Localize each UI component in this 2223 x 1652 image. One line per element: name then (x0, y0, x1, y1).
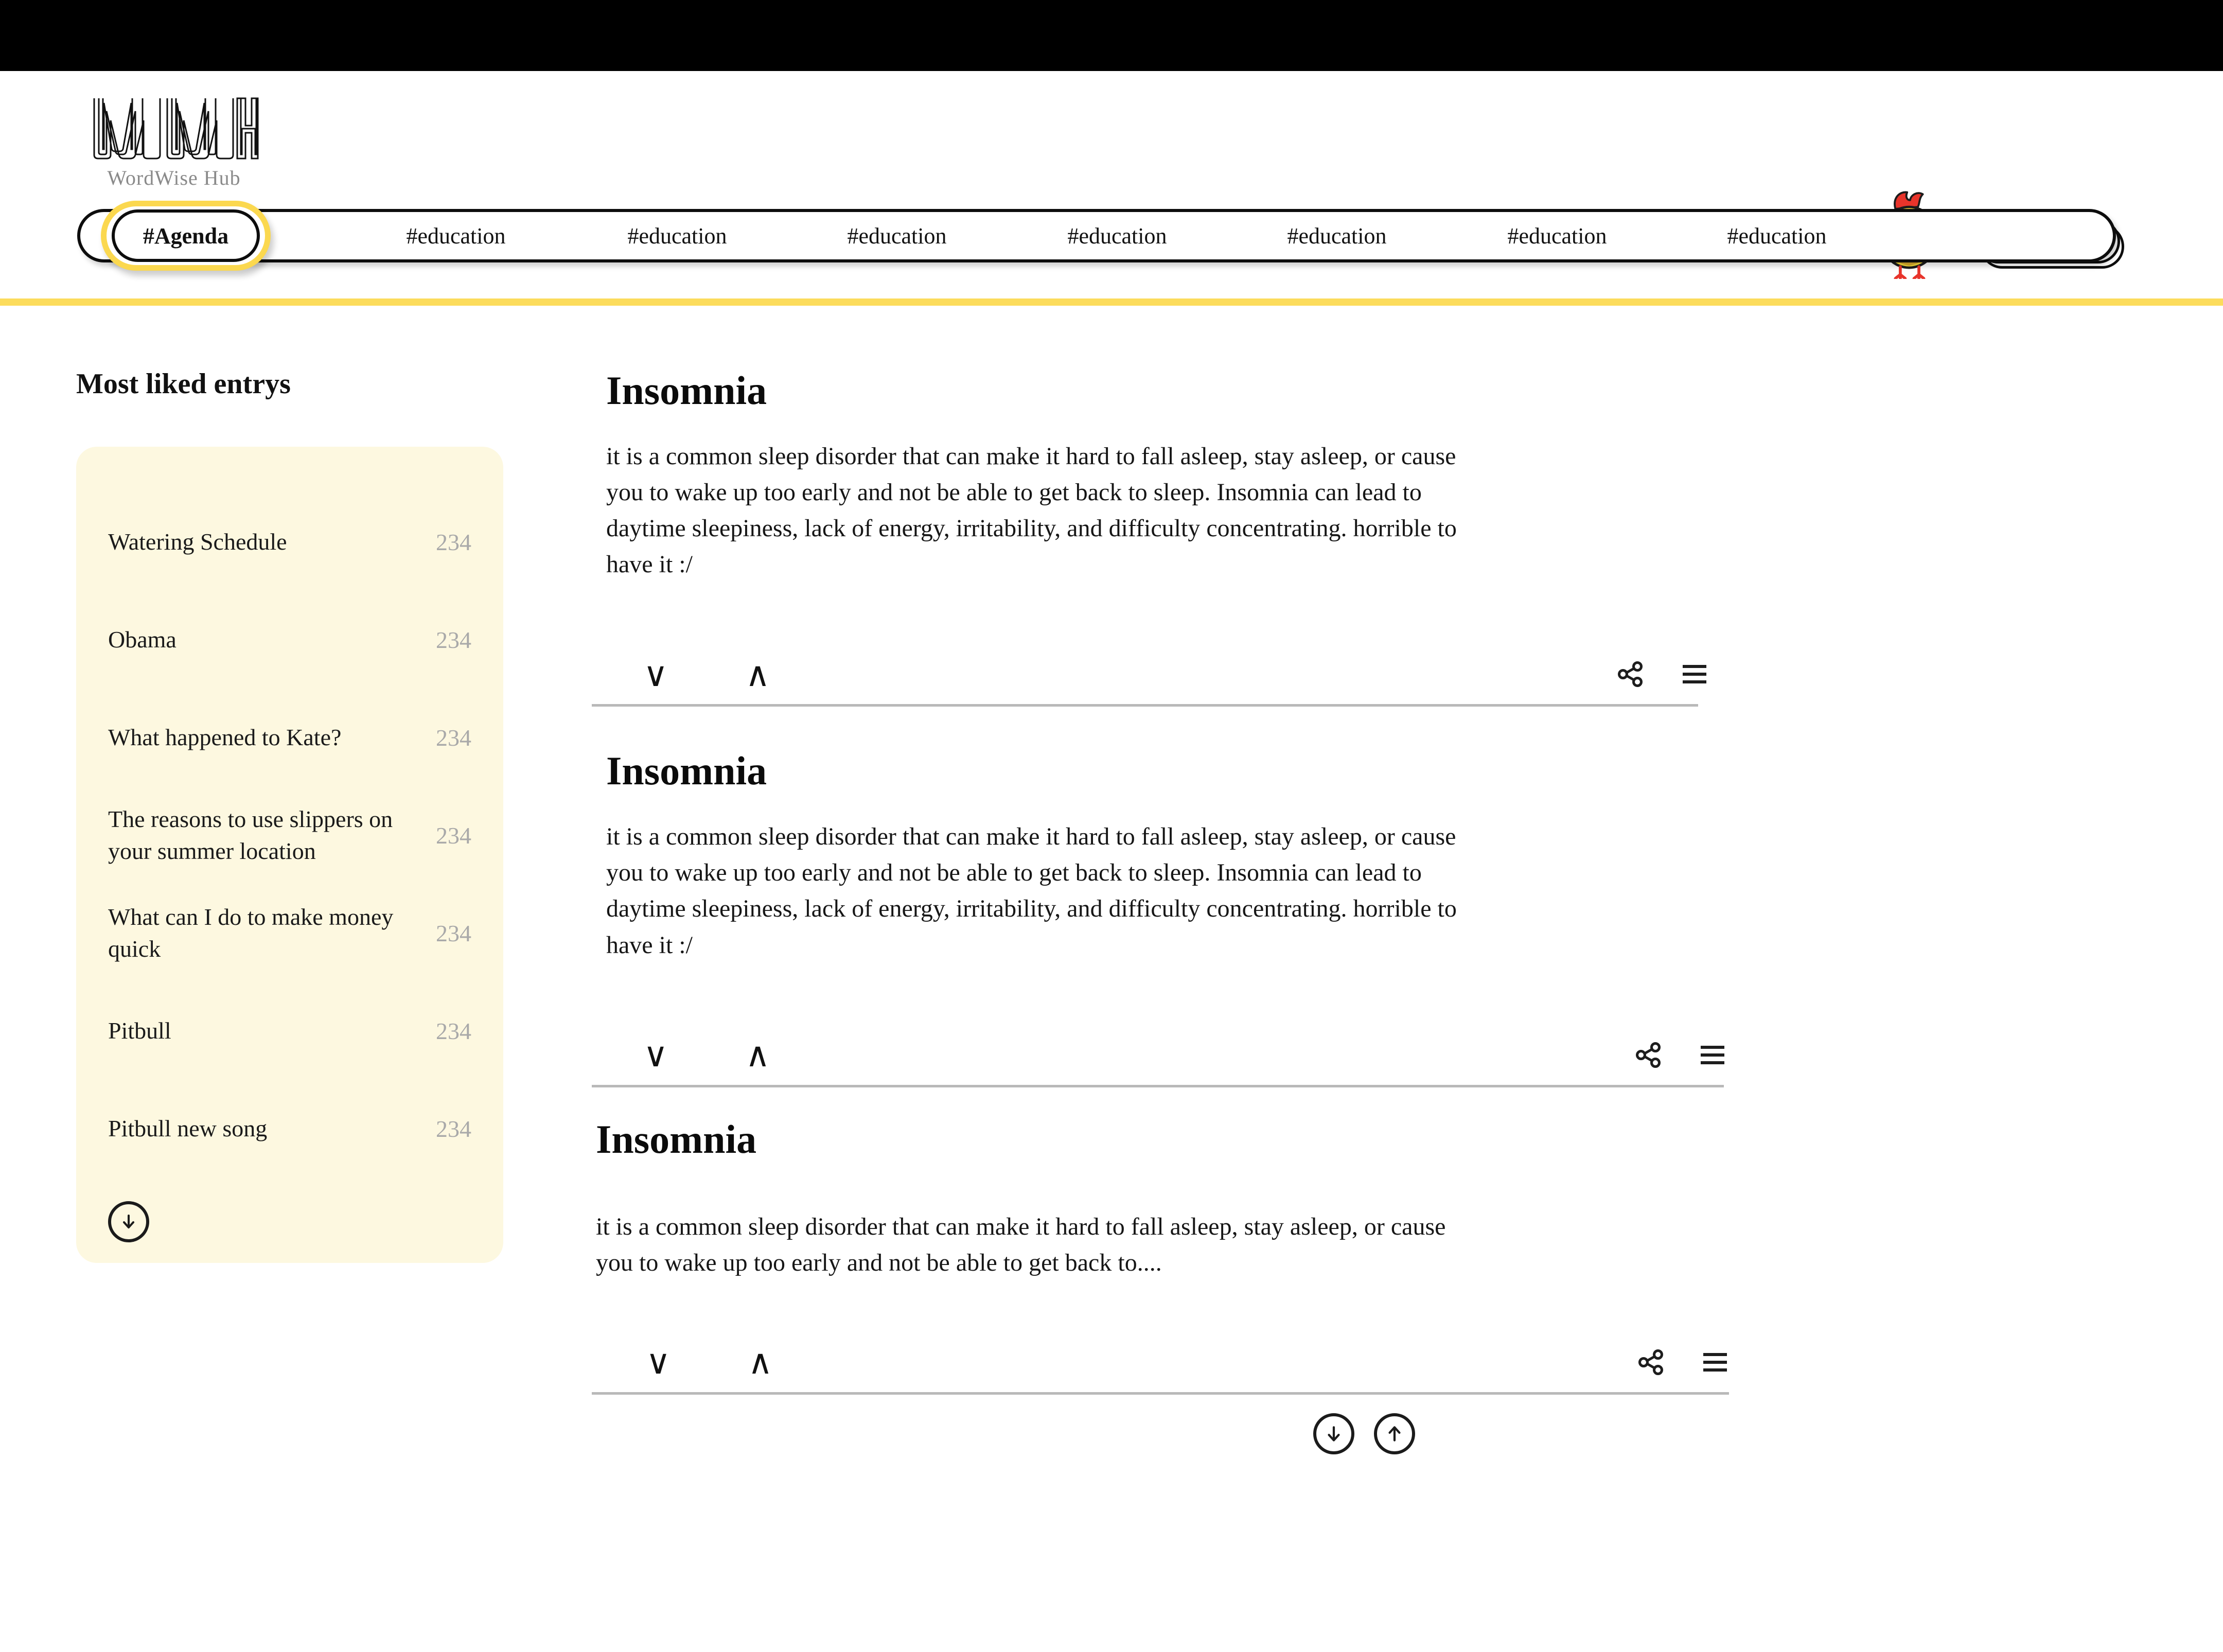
entry-count: 234 (436, 920, 471, 946)
entry-count: 234 (436, 626, 471, 653)
arrow-up-circle-icon (1388, 1426, 1401, 1442)
article-actions: ∨ ∧ (592, 1338, 1775, 1387)
hamburger-menu-icon (1701, 1045, 1724, 1064)
article-body: it is a common sleep disorder that can m… (606, 823, 1457, 959)
tag-navigation: #education #education #education #educat… (0, 195, 2223, 292)
article-menu-button[interactable] (1681, 662, 1708, 686)
article-title: Insomnia (606, 368, 767, 413)
arrow-down-circle-icon (123, 1215, 134, 1228)
site-header: WordWise Hub ∨ (0, 71, 2223, 279)
article-divider (592, 704, 1698, 707)
arrow-down-circle-icon (1328, 1426, 1340, 1442)
share-icon (1636, 1042, 1661, 1068)
entry-label: What can I do to make money quick (108, 903, 394, 962)
article-actions: ∨ ∧ (592, 649, 1775, 699)
article-card: Insomnia it is a common sleep disorder t… (592, 367, 1775, 707)
article-feed: Insomnia it is a common sleep disorder t… (592, 367, 1775, 1454)
tag-bar: #education #education #education #educat… (77, 209, 2116, 262)
page-content: Most liked entrys Watering Schedule 234 … (0, 306, 2223, 1515)
article-body: it is a common sleep disorder that can m… (606, 443, 1457, 578)
sidebar-load-more-button[interactable] (108, 1201, 149, 1242)
feed-prev-button[interactable] (1374, 1413, 1415, 1454)
entry-label: Pitbull new song (108, 1115, 268, 1141)
article-share-button[interactable] (1616, 660, 1645, 689)
article-body: it is a common sleep disorder that can m… (596, 1212, 1446, 1276)
tag-item-3[interactable]: #education (1040, 223, 1194, 249)
sidebar-title: Most liked entrys (76, 368, 291, 400)
article-collapse-button[interactable]: ∨ (643, 1038, 668, 1071)
article-collapse-button[interactable]: ∨ (646, 1345, 671, 1378)
article-collapse-button[interactable]: ∨ (643, 657, 668, 691)
entry-count: 234 (436, 822, 471, 849)
article-title: Insomnia (606, 748, 767, 794)
feed-pagination (592, 1413, 1775, 1454)
logo-subtitle: WordWise Hub (107, 166, 241, 189)
share-icon (1638, 1349, 1663, 1375)
feed-next-button[interactable] (1313, 1413, 1354, 1454)
hamburger-menu-icon (1683, 665, 1706, 684)
list-item[interactable]: The reasons to use slippers on your summ… (108, 786, 471, 884)
article-menu-button[interactable] (1699, 1043, 1726, 1067)
article-card: Insomnia it is a common sleep disorder t… (592, 1116, 1775, 1395)
article-actions: ∨ ∧ (592, 1030, 1775, 1080)
tag-item-5[interactable]: #education (1480, 223, 1634, 249)
tag-item-1[interactable]: #education (600, 223, 754, 249)
tag-active-label: #Agenda (143, 223, 229, 249)
share-icon (1618, 661, 1643, 688)
list-item[interactable]: Pitbull 234 (108, 982, 471, 1080)
entry-count: 234 (436, 1017, 471, 1044)
list-item[interactable]: What happened to Kate? 234 (108, 689, 471, 786)
article-title: Insomnia (596, 1116, 757, 1162)
article-menu-button[interactable] (1701, 1350, 1729, 1374)
wwh-logo-icon (93, 97, 259, 160)
tag-item-2[interactable]: #education (820, 223, 974, 249)
list-item[interactable]: Pitbull new song 234 (108, 1080, 471, 1178)
article-divider (592, 1392, 1729, 1395)
article-share-button[interactable] (1636, 1348, 1665, 1377)
article-expand-button[interactable]: ∧ (745, 657, 770, 691)
top-black-bar (0, 0, 2223, 71)
entry-label: Obama (108, 626, 177, 653)
article-card: Insomnia it is a common sleep disorder t… (592, 748, 1775, 1087)
most-liked-card: Watering Schedule 234 Obama 234 What hap… (76, 447, 503, 1263)
article-divider (592, 1084, 1724, 1087)
article-expand-button[interactable]: ∧ (748, 1345, 772, 1378)
tag-item-6[interactable]: #education (1700, 223, 1854, 249)
article-share-button[interactable] (1634, 1041, 1663, 1069)
list-item[interactable]: What can I do to make money quick 234 (108, 884, 471, 982)
entry-count: 234 (436, 724, 471, 751)
list-item[interactable]: Watering Schedule 234 (108, 493, 471, 591)
hamburger-menu-icon (1703, 1352, 1727, 1372)
entry-label: Pitbull (108, 1017, 171, 1044)
entry-label: What happened to Kate? (108, 724, 342, 750)
sidebar: Most liked entrys Watering Schedule 234 … (76, 367, 503, 1263)
site-logo[interactable]: WordWise Hub (66, 96, 282, 190)
tag-item-0[interactable]: #education (379, 223, 533, 249)
tag-item-4[interactable]: #education (1260, 223, 1414, 249)
entry-label: The reasons to use slippers on your summ… (108, 805, 393, 864)
article-expand-button[interactable]: ∧ (745, 1038, 770, 1071)
entry-count: 234 (436, 1115, 471, 1142)
list-item[interactable]: Obama 234 (108, 591, 471, 689)
entry-label: Watering Schedule (108, 528, 287, 555)
tag-item-active-agenda[interactable]: #Agenda (101, 201, 271, 271)
entry-count: 234 (436, 529, 471, 555)
yellow-divider (0, 298, 2223, 306)
